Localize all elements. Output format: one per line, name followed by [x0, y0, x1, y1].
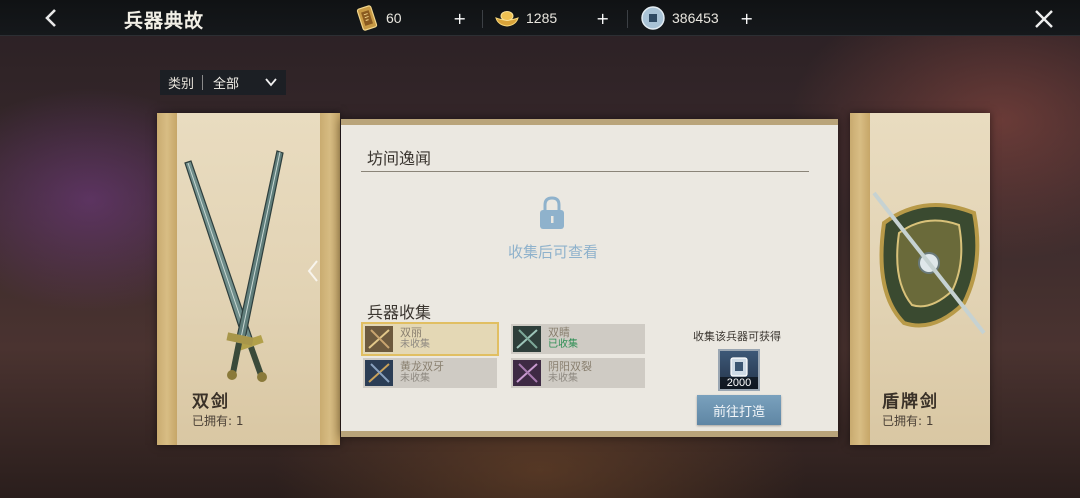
chevron-left-icon[interactable]: [305, 258, 321, 284]
item-name: 双丽: [400, 326, 422, 339]
silver-count: 386453: [672, 10, 719, 26]
add-token-button[interactable]: +: [453, 4, 466, 32]
shield-sword-image: [872, 191, 986, 335]
locked-message: 收集后可查看: [508, 243, 599, 261]
weapon-card-right[interactable]: 盾牌剑 已拥有: 1: [850, 113, 990, 445]
collection-title: 兵器收集: [367, 303, 432, 322]
item-status: 未收集: [400, 339, 430, 350]
divider: [361, 171, 809, 172]
category-filter[interactable]: 类别 全部: [160, 70, 286, 95]
resource-gold: 1285: [494, 4, 557, 32]
reward-label: 收集该兵器可获得: [693, 330, 781, 343]
back-button[interactable]: [38, 4, 64, 32]
weapon-thumbnail-icon: [365, 326, 393, 352]
silver-coin-icon: [641, 6, 665, 30]
collection-item[interactable]: 阴阳双裂 未收集: [511, 358, 645, 388]
resource-token: 60: [354, 4, 402, 32]
filter-label: 类别: [168, 77, 195, 92]
top-bar: 兵器典故 60 + 1285 + 386453 +: [0, 0, 1080, 36]
divider: [627, 10, 628, 28]
weapon-thumbnail-icon: [513, 360, 541, 386]
close-button[interactable]: [1030, 5, 1058, 33]
weapon-detail-panel: 坊间逸闻 收集后可查看 兵器收集 双丽 未收集 双睛 已收集 黄龙双牙 未收集 …: [341, 119, 838, 437]
go-craft-button[interactable]: 前往打造: [697, 395, 781, 425]
chevron-down-icon: [265, 78, 277, 87]
gold-count: 1285: [526, 10, 558, 26]
reward-count: 2000: [720, 377, 758, 389]
card-border: [157, 113, 177, 445]
filter-value: 全部: [213, 77, 240, 92]
close-icon: [1035, 10, 1053, 28]
add-silver-button[interactable]: +: [740, 4, 753, 32]
owned-count: 已拥有: 1: [192, 414, 244, 428]
item-name: 双睛: [548, 326, 570, 339]
weapon-name: 盾牌剑: [882, 392, 939, 412]
gold-ingot-icon: [495, 11, 519, 27]
page-title: 兵器典故: [124, 10, 205, 32]
weapon-thumbnail-icon: [365, 360, 393, 386]
filter-divider: [202, 75, 204, 90]
weapon-name: 双剑: [192, 392, 230, 412]
token-card-icon: [356, 5, 378, 31]
item-name: 阴阳双裂: [548, 360, 592, 373]
chevron-left-icon: [45, 9, 56, 27]
resource-silver: 386453: [640, 4, 719, 32]
add-gold-button[interactable]: +: [596, 4, 609, 32]
collection-item[interactable]: 黄龙双牙 未收集: [363, 358, 497, 388]
item-status: 未收集: [548, 373, 578, 384]
weapon-thumbnail-icon: [513, 326, 541, 352]
story-title: 坊间逸闻: [367, 149, 432, 168]
divider: [482, 10, 483, 28]
collection-item[interactable]: 双睛 已收集: [511, 324, 645, 354]
collection-item[interactable]: 双丽 未收集: [361, 322, 499, 356]
item-status: 已收集: [548, 339, 578, 350]
token-count: 60: [386, 10, 402, 26]
lock-icon: [537, 195, 567, 231]
reward-item[interactable]: 2000: [718, 349, 760, 391]
item-status: 未收集: [400, 373, 430, 384]
twin-swords-image: [184, 150, 284, 382]
owned-count: 已拥有: 1: [882, 414, 934, 428]
item-name: 黄龙双牙: [400, 360, 444, 373]
